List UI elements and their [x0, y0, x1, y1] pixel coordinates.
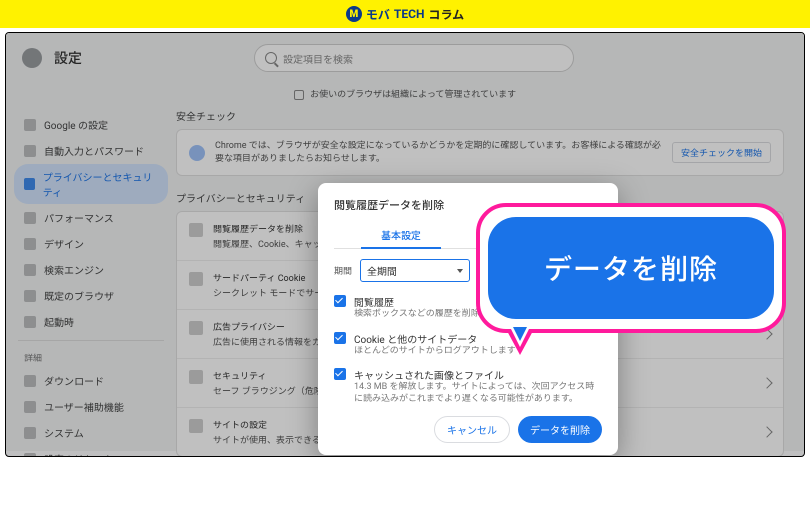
checkbox-cache[interactable]: キャッシュされた画像とファイル14.3 MB を解放します。サイトによっては、次…: [334, 367, 602, 405]
callout-tail-blue: [513, 327, 527, 341]
time-range-label: 期間: [334, 264, 352, 277]
checkbox-icon: [334, 295, 346, 307]
banner-text-1: モバ: [366, 6, 390, 23]
tab-basic[interactable]: 基本設定: [334, 221, 468, 248]
checkbox-title: キャッシュされた画像とファイル: [354, 367, 602, 382]
tab-label: 基本設定: [381, 231, 421, 242]
chevron-down-icon: [457, 269, 463, 273]
annotation-callout: データを削除: [476, 203, 786, 333]
cancel-button[interactable]: キャンセル: [434, 416, 510, 443]
checkbox-sub: 14.3 MB を解放します。サイトによっては、次回アクセス時に読み込みがこれま…: [354, 382, 602, 405]
site-banner: M モバ TECH コラム: [0, 0, 810, 28]
callout-bubble: データを削除: [488, 217, 774, 319]
checkbox-cookies[interactable]: Cookie と他のサイトデータほとんどのサイトからログアウトします: [334, 331, 602, 358]
checkbox-icon: [334, 332, 346, 344]
time-range-select[interactable]: 全期間: [360, 259, 470, 282]
banner-text-2: TECH: [394, 7, 425, 21]
dialog-buttons: キャンセル データを削除: [334, 416, 602, 443]
screenshot-frame: 設定 設定項目を検索 お使いのブラウザは組織によって管理されています Googl…: [5, 32, 805, 457]
time-range-value: 全期間: [367, 263, 397, 278]
banner-text-3: コラム: [428, 6, 464, 23]
callout-text: データを削除: [544, 248, 718, 288]
delete-data-button[interactable]: データを削除: [518, 416, 602, 443]
checkbox-icon: [334, 368, 346, 380]
banner-logo-icon: M: [346, 6, 362, 22]
checkbox-sub: ほとんどのサイトからログアウトします: [354, 346, 516, 358]
